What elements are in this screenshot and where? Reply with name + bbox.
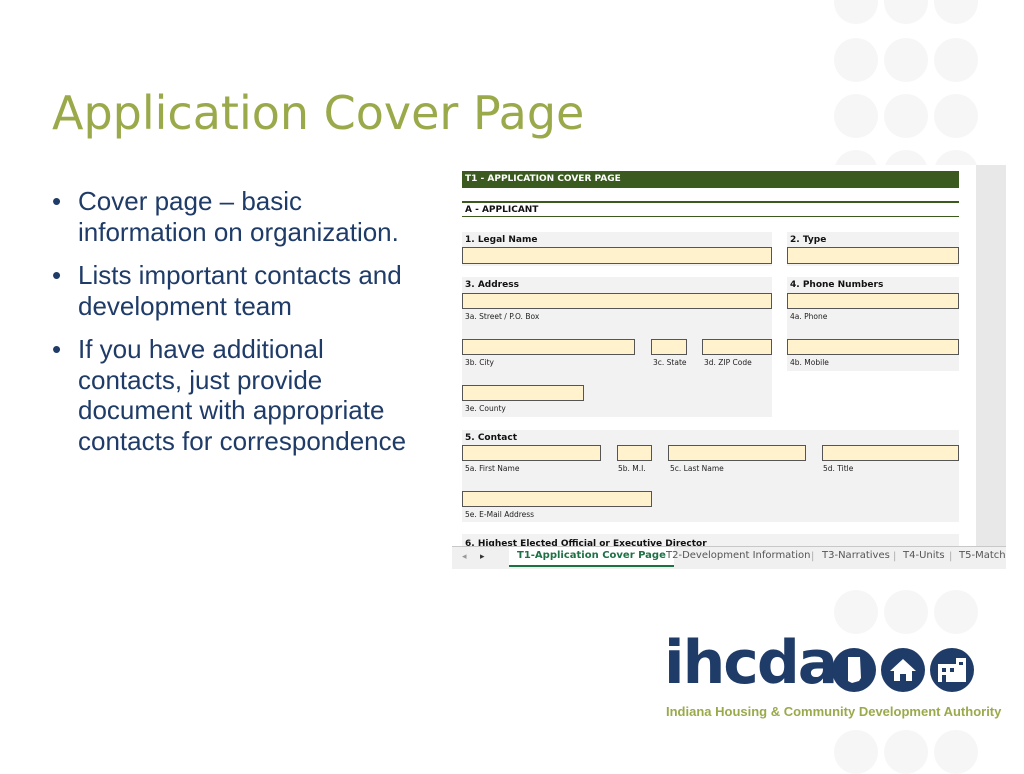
tab-separator: | — [893, 551, 897, 562]
tab-t2-development-information[interactable]: T2-Development Information — [666, 550, 810, 561]
mi-input[interactable] — [617, 445, 652, 461]
bullet-list: • Cover page – basic information on organ… — [52, 186, 422, 469]
tab-t4-units[interactable]: T4-Units — [903, 550, 945, 561]
bullet-item: • Lists important contacts and developmen… — [52, 260, 422, 321]
divider — [462, 201, 959, 203]
address-label: 3. Address — [465, 280, 519, 290]
tab-t3-narratives[interactable]: T3-Narratives — [822, 550, 890, 561]
tab-t1-application-cover-page[interactable]: T1-Application Cover Page — [509, 547, 674, 567]
email-input[interactable] — [462, 491, 652, 507]
divider — [462, 216, 959, 217]
city-input[interactable] — [462, 339, 635, 355]
state-input[interactable] — [651, 339, 687, 355]
state-label: 3c. State — [653, 358, 687, 367]
first-name-input[interactable] — [462, 445, 601, 461]
zip-input[interactable] — [702, 339, 772, 355]
vertical-scrollbar[interactable] — [976, 165, 1006, 553]
zip-label: 3d. ZIP Code — [704, 358, 752, 367]
legal-name-input[interactable] — [462, 247, 772, 264]
tab-separator: | — [949, 551, 953, 562]
indiana-icon — [832, 648, 876, 692]
title-label: 5d. Title — [823, 464, 854, 473]
tab-scroll-right-icon[interactable]: ▸ — [480, 552, 485, 562]
phone-label: 4a. Phone — [790, 312, 828, 321]
logo-tagline: Indiana Housing & Community Development … — [666, 704, 1002, 719]
bullet-marker: • — [52, 186, 62, 216]
bullet-text: If you have additional contacts, just pr… — [78, 334, 407, 456]
bullet-marker: • — [52, 260, 62, 290]
tab-scroll-left-icon[interactable]: ◂ — [462, 552, 467, 562]
county-input[interactable] — [462, 385, 584, 401]
county-label: 3e. County — [465, 404, 506, 413]
sheet-header: T1 - APPLICATION COVER PAGE — [462, 171, 959, 188]
contact-panel — [462, 430, 959, 522]
mobile-input[interactable] — [787, 339, 959, 355]
phone-panel — [787, 277, 959, 371]
bullet-marker: • — [52, 334, 62, 364]
type-label: 2. Type — [790, 235, 827, 245]
bullet-item: • Cover page – basic information on organ… — [52, 186, 422, 247]
phone-numbers-label: 4. Phone Numbers — [790, 280, 884, 290]
building-icon — [930, 648, 974, 692]
mi-label: 5b. M.I. — [618, 464, 646, 473]
bullet-text: Lists important contacts and development… — [78, 260, 402, 321]
mobile-label: 4b. Mobile — [790, 358, 829, 367]
house-icon — [881, 648, 925, 692]
street-label: 3a. Street / P.O. Box — [465, 312, 540, 321]
section-applicant-label: A - APPLICANT — [465, 205, 539, 215]
bullet-text: Cover page – basic information on organi… — [78, 186, 399, 247]
ihcda-logo: ihcda Indiana Housing & Community Develo… — [664, 628, 1001, 730]
city-label: 3b. City — [465, 358, 495, 367]
street-input[interactable] — [462, 293, 772, 309]
email-label: 5e. E-Mail Address — [465, 510, 535, 519]
tab-separator: | — [811, 551, 815, 562]
last-name-label: 5c. Last Name — [670, 464, 724, 473]
logo-wordmark: ihcda — [664, 628, 838, 698]
legal-name-label: 1. Legal Name — [465, 235, 538, 245]
bullet-item: • If you have additional contacts, just p… — [52, 334, 422, 456]
contact-label: 5. Contact — [465, 433, 518, 443]
type-input[interactable] — [787, 247, 959, 264]
tab-t5-match[interactable]: T5-Match — [959, 550, 1006, 561]
first-name-label: 5a. First Name — [465, 464, 520, 473]
last-name-input[interactable] — [668, 445, 806, 461]
phone-input[interactable] — [787, 293, 959, 309]
title-input[interactable] — [822, 445, 959, 461]
spreadsheet-screenshot: T1 - APPLICATION COVER PAGE A - APPLICAN… — [452, 165, 1006, 571]
sheet-tab-bar: ◂ ▸ T1-Application Cover Page T2-Develop… — [452, 546, 1006, 569]
slide-title: Application Cover Page — [52, 86, 585, 140]
